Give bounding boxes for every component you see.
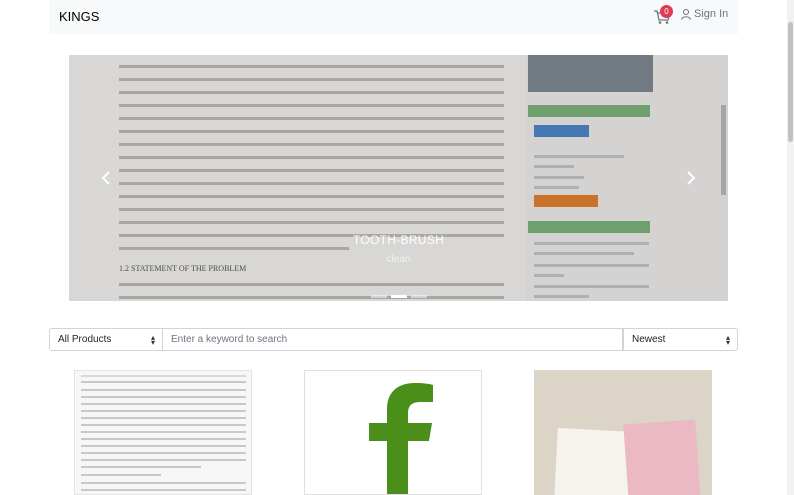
carousel-caption-subtitle: clean (386, 254, 411, 265)
product-filter-bar: All Products ▴ ▾ Enter a keyword to searc… (49, 328, 738, 351)
carousel-next-button[interactable] (686, 171, 696, 190)
chevron-right-icon (687, 171, 696, 185)
user-icon (680, 8, 692, 20)
page-scrollbar[interactable] (787, 0, 794, 495)
navbar: KINGS 0 Sign In (49, 0, 738, 34)
carousel-caption-title: TOOTH-BRUSH (352, 233, 445, 247)
hero-carousel[interactable]: 1.2 STATEMENT OF THE PROBLEM TOOTH-BRUSH… (69, 55, 728, 301)
carousel-indicator-active[interactable] (391, 295, 407, 298)
carousel-indicators (369, 295, 429, 298)
scrollbar-thumb[interactable] (788, 22, 793, 142)
sort-select[interactable]: Newest ▴ ▾ (623, 328, 738, 351)
carousel-indicator[interactable] (411, 295, 427, 298)
carousel-indicator[interactable] (371, 295, 387, 298)
product-card-image[interactable] (74, 370, 252, 495)
facebook-logo-icon (369, 383, 433, 494)
search-input[interactable]: Enter a keyword to search (163, 328, 623, 351)
sign-in-link[interactable]: Sign In (680, 8, 728, 20)
category-select-value: All Products (58, 334, 112, 345)
sign-in-label: Sign In (694, 8, 729, 20)
product-card-image[interactable] (304, 370, 482, 495)
sort-select-value: Newest (632, 334, 666, 345)
chevron-left-icon (101, 171, 110, 185)
cart-count-badge: 0 (660, 5, 673, 18)
brand-logo[interactable]: KINGS (59, 9, 99, 24)
carousel-prev-button[interactable] (101, 171, 111, 190)
category-select[interactable]: All Products ▴ ▾ (49, 328, 163, 351)
select-caret-icon: ▴ ▾ (150, 333, 155, 347)
select-caret-icon: ▴ ▾ (725, 333, 730, 347)
product-card-image[interactable] (534, 370, 712, 495)
